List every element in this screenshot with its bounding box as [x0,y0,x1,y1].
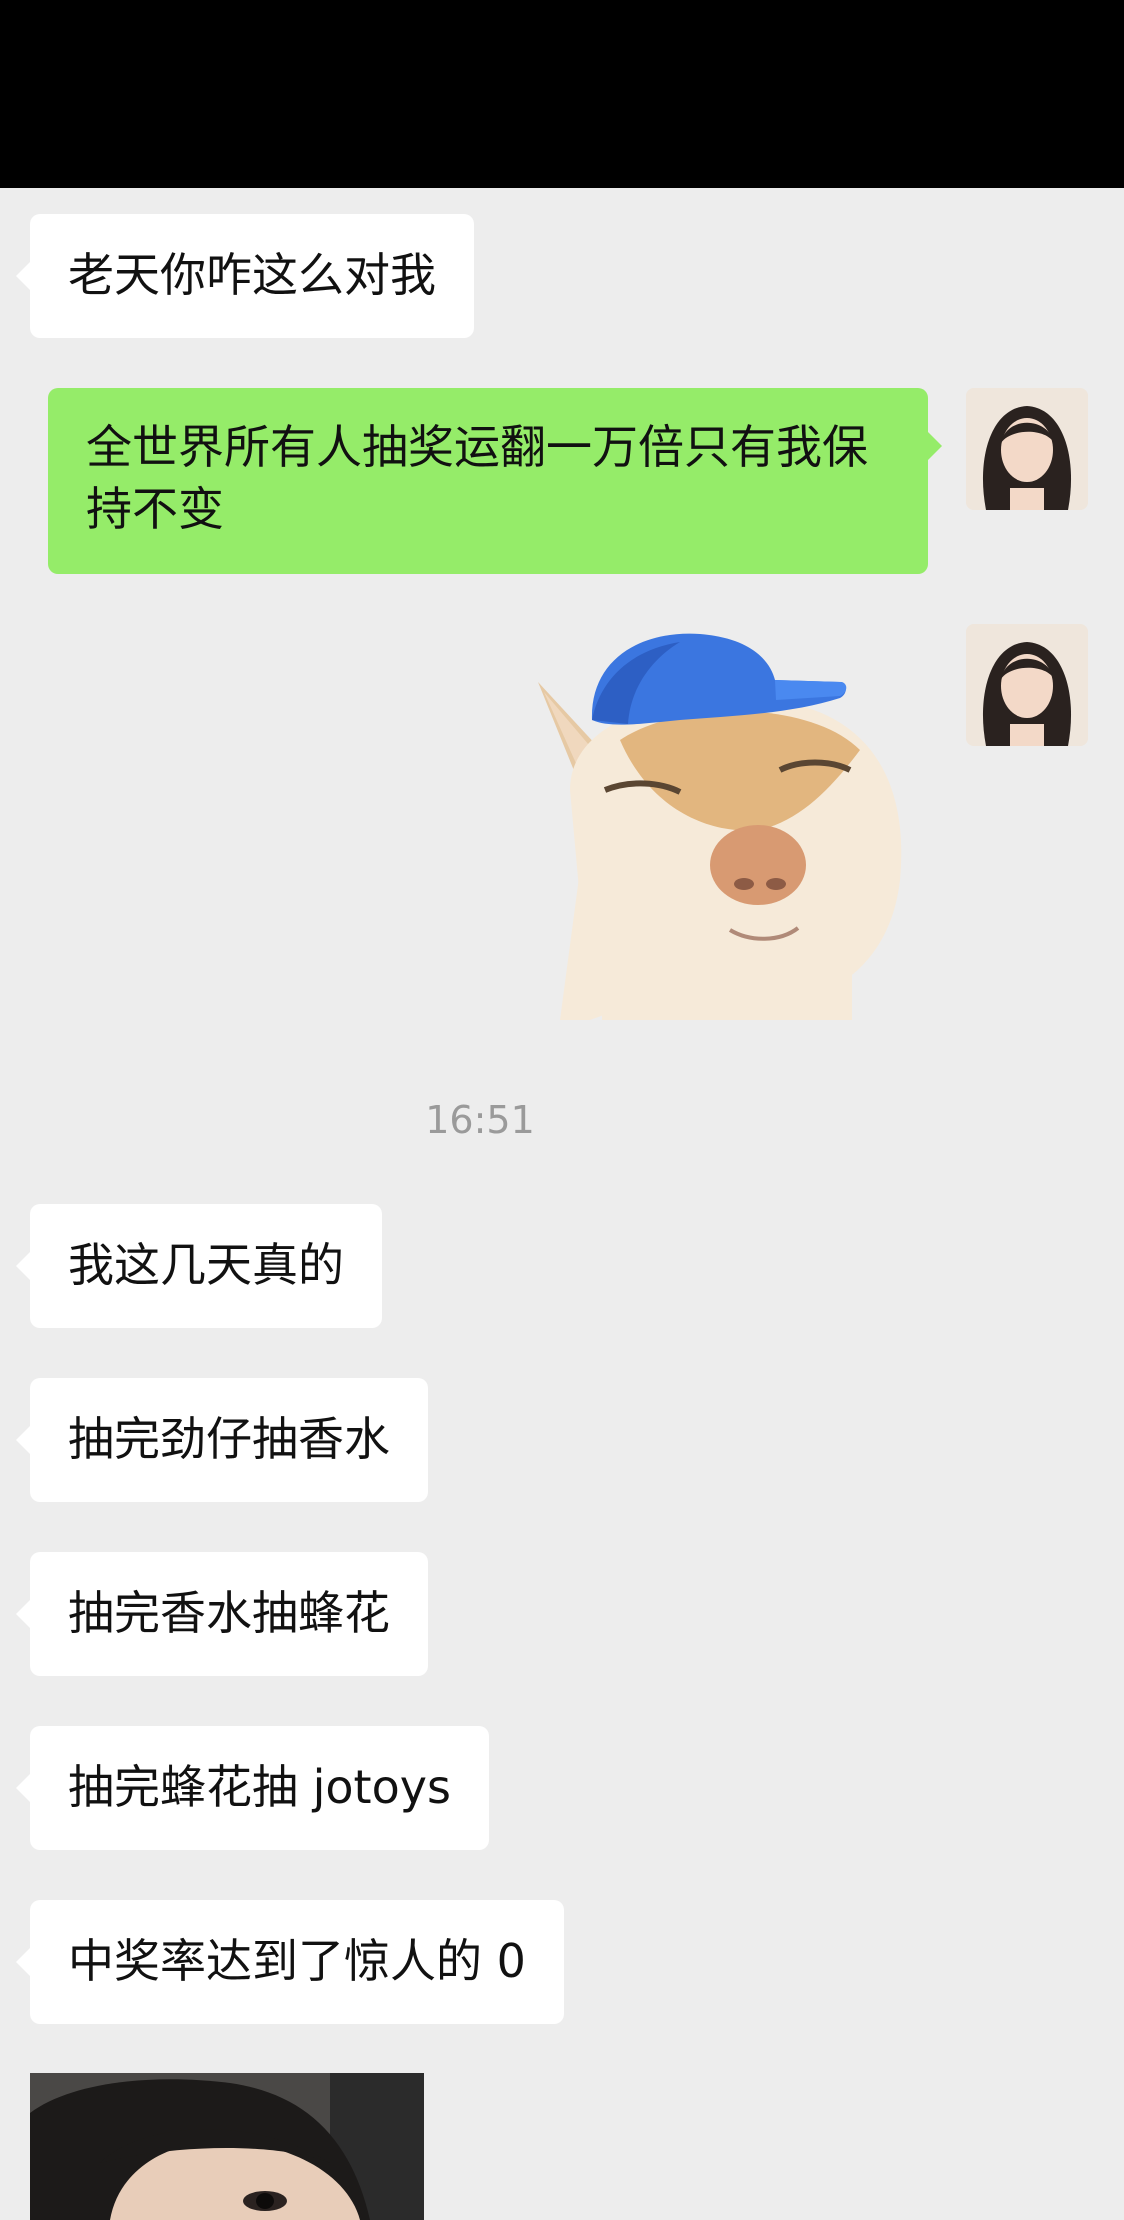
cat-with-blue-cap-icon [538,633,902,1020]
message-text: 中奖率达到了惊人的 0 [68,1934,526,1988]
selfie-photo-icon [30,2073,424,2220]
message-bubble-incoming[interactable]: 抽完劲仔抽香水 [16,1378,428,1502]
avatar-portrait-icon [966,388,1088,510]
message-bubble-incoming[interactable]: 我这几天真的 [16,1204,382,1328]
message-bubble-incoming[interactable]: 中奖率达到了惊人的 0 [16,1900,564,2024]
message-timestamp: 16:51 [425,1098,535,1142]
cat-sticker[interactable] [530,620,930,1020]
message-bubble-incoming[interactable]: 抽完香水抽蜂花 [16,1552,428,1676]
message-text: 老天你咋这么对我 [68,248,436,302]
message-text: 抽完香水抽蜂花 [68,1586,390,1640]
avatar-portrait-icon [966,624,1088,746]
message-text: 抽完蜂花抽 jotoys [68,1760,451,1814]
message-bubble-incoming[interactable]: 抽完蜂花抽 jotoys [16,1726,489,1850]
message-bubble-outgoing[interactable]: 全世界所有人抽奖运翻一万倍只有我保持不变 [48,388,942,574]
message-bubble-incoming[interactable]: 老天你咋这么对我 [16,214,474,338]
status-bar [0,0,1124,188]
message-text: 抽完劲仔抽香水 [68,1412,390,1466]
message-text: 全世界所有人抽奖运翻一万倍只有我保持不变 [86,420,868,536]
self-avatar[interactable] [966,624,1088,746]
message-text: 我这几天真的 [68,1238,344,1292]
photo-message[interactable] [30,2073,424,2220]
self-avatar[interactable] [966,388,1088,510]
